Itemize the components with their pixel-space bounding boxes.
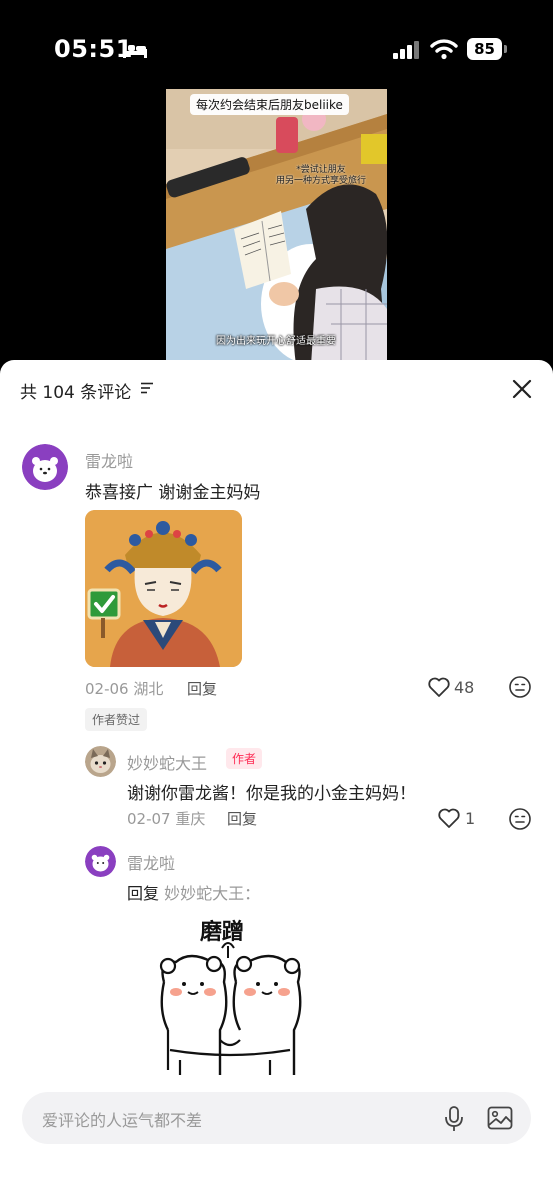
- bed-icon: [123, 43, 147, 58]
- battery-level: 85: [467, 38, 502, 60]
- battery-tip: [504, 45, 507, 53]
- video-player[interactable]: 每次约会结束后朋友beliike *尝试让朋友 用另一种方式享受旅行 因为出来玩…: [166, 89, 387, 365]
- reply-username[interactable]: 妙妙蛇大王: [127, 750, 207, 774]
- author-badge: 作者: [226, 748, 263, 769]
- emoji-icon[interactable]: [508, 675, 532, 699]
- status-bar: 05:51 85: [0, 0, 553, 100]
- avatar-cat-icon: [85, 746, 116, 777]
- comments-sheet: 共 104 条评论 雷龙啦 恭喜接广 谢谢金主妈妈 02-06 湖北 回复 48…: [0, 360, 553, 1200]
- comment-input-placeholder: 爱评论的人运气都不差: [42, 1111, 203, 1130]
- battery-icon: 85: [467, 38, 507, 60]
- comment-date: 02-06: [85, 680, 129, 698]
- avatar-bear-icon: [22, 444, 68, 490]
- empress-sticker-image: [85, 510, 242, 667]
- heart-icon[interactable]: [427, 676, 451, 698]
- hugging-bears-sticker[interactable]: 磨蹭: [150, 910, 310, 1080]
- empress-approval-sticker[interactable]: [85, 510, 242, 667]
- image-icon[interactable]: [487, 1106, 513, 1130]
- reply-text: 谢谢你雷龙酱！你是我的小金主妈妈！: [127, 784, 416, 804]
- video-caption-line2: 用另一种方式享受旅行: [275, 176, 366, 186]
- avatar[interactable]: [85, 746, 116, 777]
- reply-date: 02-07: [127, 810, 171, 828]
- wifi-icon: [430, 39, 458, 60]
- reply-text: 回复 妙妙蛇大王：: [127, 880, 260, 904]
- signal-icon: [393, 41, 419, 59]
- comment-input[interactable]: 爱评论的人运气都不差: [22, 1092, 531, 1144]
- reply-meta: 02-07 重庆: [127, 808, 205, 829]
- avatar[interactable]: [22, 444, 68, 490]
- like-count: 1: [465, 809, 476, 828]
- author-liked-badge: 作者赞过: [85, 708, 148, 731]
- reply-location: 重庆: [175, 810, 206, 828]
- reply-button[interactable]: 回复: [187, 678, 217, 699]
- emoji-icon[interactable]: [508, 807, 532, 831]
- video-title: 每次约会结束后朋友beliike: [190, 94, 349, 115]
- reply-button[interactable]: 回复: [227, 808, 257, 829]
- comment-meta: 02-06 湖北: [85, 678, 163, 699]
- comment-text: 恭喜接广 谢谢金主妈妈: [85, 483, 261, 503]
- filter-icon[interactable]: [140, 382, 154, 394]
- avatar-bear-icon: [85, 846, 116, 877]
- video-caption-line1: *尝试让朋友: [296, 165, 346, 175]
- mic-icon[interactable]: [443, 1106, 465, 1132]
- reply-to-username[interactable]: 妙妙蛇大王：: [164, 884, 260, 903]
- reply-username[interactable]: 雷龙啦: [127, 850, 175, 874]
- like-count: 48: [454, 678, 475, 697]
- video-subtitle: 因为出来玩开心舒适最重要: [216, 336, 336, 347]
- sticker-text: 磨蹭: [200, 920, 245, 945]
- comment-location: 湖北: [133, 680, 164, 698]
- heart-icon[interactable]: [437, 807, 461, 829]
- video-frame: [166, 89, 387, 365]
- comments-header: 共 104 条评论: [0, 360, 553, 420]
- comment-username[interactable]: 雷龙啦: [85, 448, 133, 472]
- close-icon[interactable]: [511, 378, 533, 400]
- comments-count-title: 共 104 条评论: [20, 383, 132, 403]
- reply-prefix: 回复: [127, 884, 160, 903]
- avatar[interactable]: [85, 846, 116, 877]
- video-caption: *尝试让朋友 用另一种方式享受旅行: [266, 165, 376, 187]
